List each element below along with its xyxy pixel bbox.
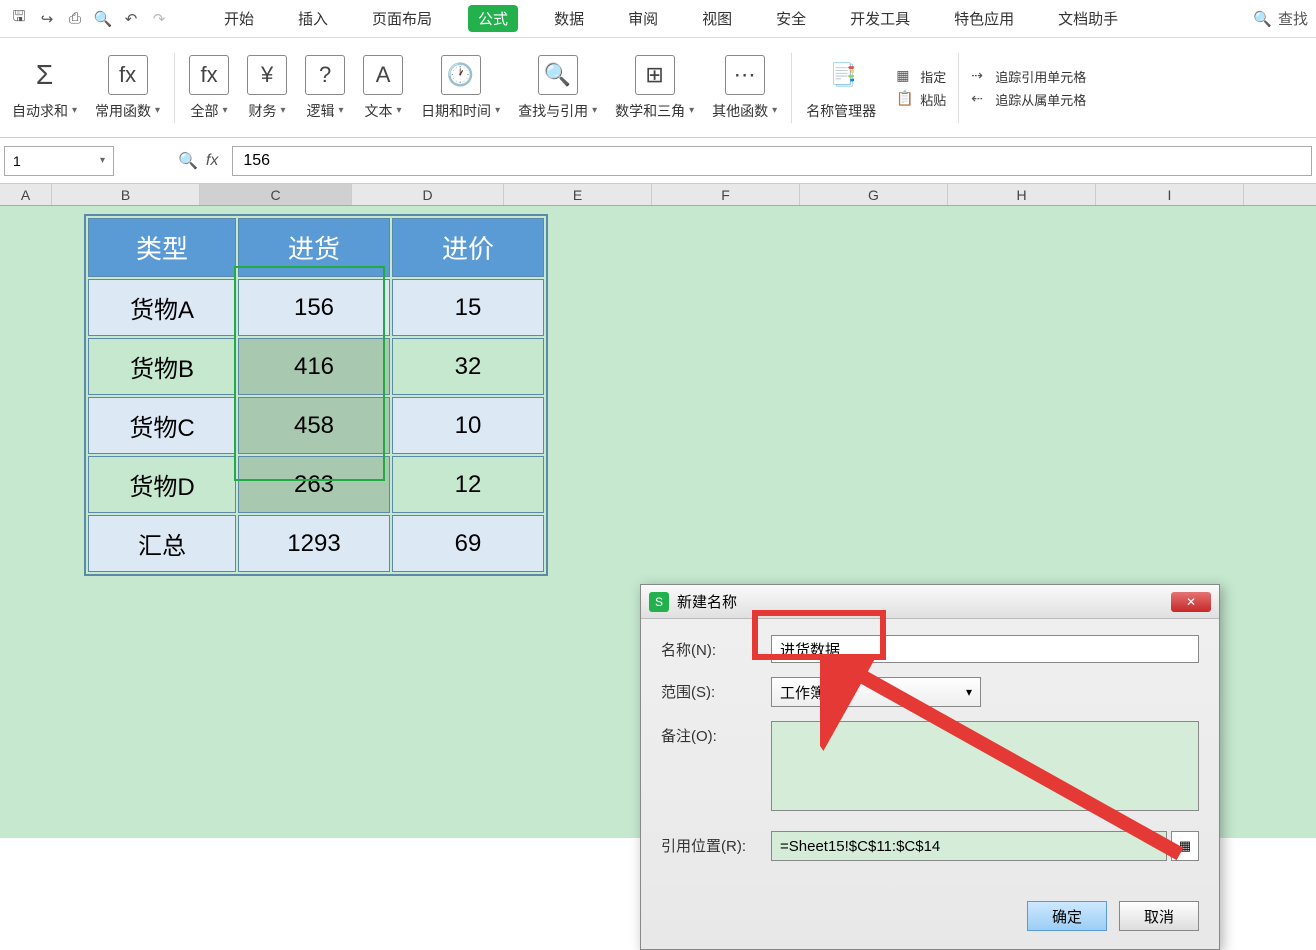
hdr-price[interactable]: 进价 [392,218,544,277]
name-input[interactable] [771,635,1199,663]
yen-icon: ¥ [247,55,287,95]
col-F[interactable]: F [652,184,800,205]
ok-button[interactable]: 确定 [1027,901,1107,931]
table-row: 货物B 416 32 [88,338,544,395]
table-summary-row: 汇总 1293 69 [88,515,544,572]
col-C[interactable]: C [200,184,352,205]
cancel-button[interactable]: 取消 [1119,901,1199,931]
finance-fn-button[interactable]: ¥ 财务 [239,55,295,121]
table-row: 货物A 156 15 [88,279,544,336]
spreadsheet-grid[interactable]: A B C D E F G H I 类型 进货 进价 货物A 156 15 货物… [0,184,1316,838]
data-table: 类型 进货 进价 货物A 156 15 货物B 416 32 货物C 458 1… [84,214,548,576]
search-icon: 🔍 [1253,10,1272,28]
tab-data[interactable]: 数据 [546,6,592,31]
hdr-type[interactable]: 类型 [88,218,236,277]
table-row: 货物C 458 10 [88,397,544,454]
comment-label: 备注(O): [661,721,771,746]
table-header-row: 类型 进货 进价 [88,218,544,277]
name-manager-button[interactable]: 📑 名称管理器 [798,55,888,121]
col-B[interactable]: B [52,184,200,205]
autosum-button[interactable]: Σ 自动求和 [4,55,85,121]
scope-select[interactable]: 工作簿 [771,677,981,707]
new-name-dialog: S 新建名称 ✕ 名称(N): 范围(S): 工作簿 备注(O): 引用位置(R… [640,584,1220,950]
col-D[interactable]: D [352,184,504,205]
trace-prec-icon: ⇢ [971,67,989,85]
paste-icon: 📋 [896,90,914,108]
redo-icon[interactable]: ↷ [148,8,170,30]
name-label: 名称(N): [661,635,771,660]
trace-precedents-button[interactable]: ⇢追踪引用单元格 [971,67,1086,86]
tab-security[interactable]: 安全 [768,6,814,31]
other-fn-button[interactable]: ⋯ 其他函数 [704,55,785,121]
tab-formula[interactable]: 公式 [468,5,518,32]
clock-icon: 🕐 [441,55,481,95]
ref-label: 引用位置(R): [661,831,771,856]
paste-name-button[interactable]: 📋粘贴 [896,90,946,109]
scope-label: 范围(S): [661,677,771,702]
quick-access-bar: 🖫 ↪ ⎙ 🔍 ↶ ↷ 开始 插入 页面布局 公式 数据 审阅 视图 安全 开发… [0,0,1316,38]
logic-fn-button[interactable]: ? 逻辑 [297,55,353,121]
fx-all-icon: fx [189,55,229,95]
fx-star-icon: fx [108,55,148,95]
question-icon: ? [305,55,345,95]
app-logo-icon: S [649,592,669,612]
tab-start[interactable]: 开始 [216,6,262,31]
name-box[interactable]: 1 [4,146,114,176]
close-icon[interactable]: ✕ [1171,592,1211,612]
column-headers: A B C D E F G H I [0,184,1316,206]
hdr-stock[interactable]: 进货 [238,218,390,277]
tab-view[interactable]: 视图 [694,6,740,31]
fx-icon[interactable]: fx [206,152,218,170]
trace-dep-icon: ⇠ [971,90,989,108]
lookup-icon: 🔍 [538,55,578,95]
share-icon[interactable]: ↪ [36,8,58,30]
dots-icon: ⋯ [725,55,765,95]
col-G[interactable]: G [800,184,948,205]
undo-icon[interactable]: ↶ [120,8,142,30]
all-fn-button[interactable]: fx 全部 [181,55,237,121]
name-mgr-icon: 📑 [823,55,863,95]
lookup-fn-button[interactable]: 🔍 查找与引用 [510,55,605,121]
col-E[interactable]: E [504,184,652,205]
ref-input[interactable]: =Sheet15!$C$11:$C$14 [771,831,1167,861]
math-icon: ⊞ [635,55,675,95]
tab-special[interactable]: 特色应用 [946,6,1022,31]
col-A[interactable]: A [0,184,52,205]
grid-icon: ▦ [896,67,914,85]
print-icon[interactable]: ⎙ [64,8,86,30]
ribbon: Σ 自动求和 fx 常用函数 fx 全部 ¥ 财务 ? 逻辑 A 文本 🕐 日期… [0,38,1316,138]
datetime-fn-button[interactable]: 🕐 日期和时间 [413,55,508,121]
dialog-title-text: 新建名称 [677,591,737,612]
trace-dependents-button[interactable]: ⇠追踪从属单元格 [971,90,1086,109]
zoom-fx-icon[interactable]: 🔍 [178,151,198,171]
formula-bar: 1 🔍 fx 156 [0,138,1316,184]
common-fn-button[interactable]: fx 常用函数 [87,55,168,121]
col-I[interactable]: I [1096,184,1244,205]
formula-input[interactable]: 156 [232,146,1312,176]
table-row: 货物D 263 12 [88,456,544,513]
sigma-icon: Σ [25,55,65,95]
text-fn-button[interactable]: A 文本 [355,55,411,121]
math-fn-button[interactable]: ⊞ 数学和三角 [607,55,702,121]
tab-dev[interactable]: 开发工具 [842,6,918,31]
menu-tabs: 开始 插入 页面布局 公式 数据 审阅 视图 安全 开发工具 特色应用 文档助手 [216,5,1126,32]
comment-textarea[interactable] [771,721,1199,811]
define-name-button[interactable]: ▦指定 [896,67,946,86]
ref-picker-button[interactable]: ▦ [1171,831,1199,861]
preview-icon[interactable]: 🔍 [92,8,114,30]
search-label: 查找 [1278,8,1308,29]
tab-helper[interactable]: 文档助手 [1050,6,1126,31]
tab-insert[interactable]: 插入 [290,6,336,31]
dialog-titlebar[interactable]: S 新建名称 ✕ [641,585,1219,619]
tab-layout[interactable]: 页面布局 [364,6,440,31]
text-a-icon: A [363,55,403,95]
search-button[interactable]: 🔍 查找 [1253,8,1308,29]
col-H[interactable]: H [948,184,1096,205]
save-icon[interactable]: 🖫 [8,8,30,30]
tab-review[interactable]: 审阅 [620,6,666,31]
